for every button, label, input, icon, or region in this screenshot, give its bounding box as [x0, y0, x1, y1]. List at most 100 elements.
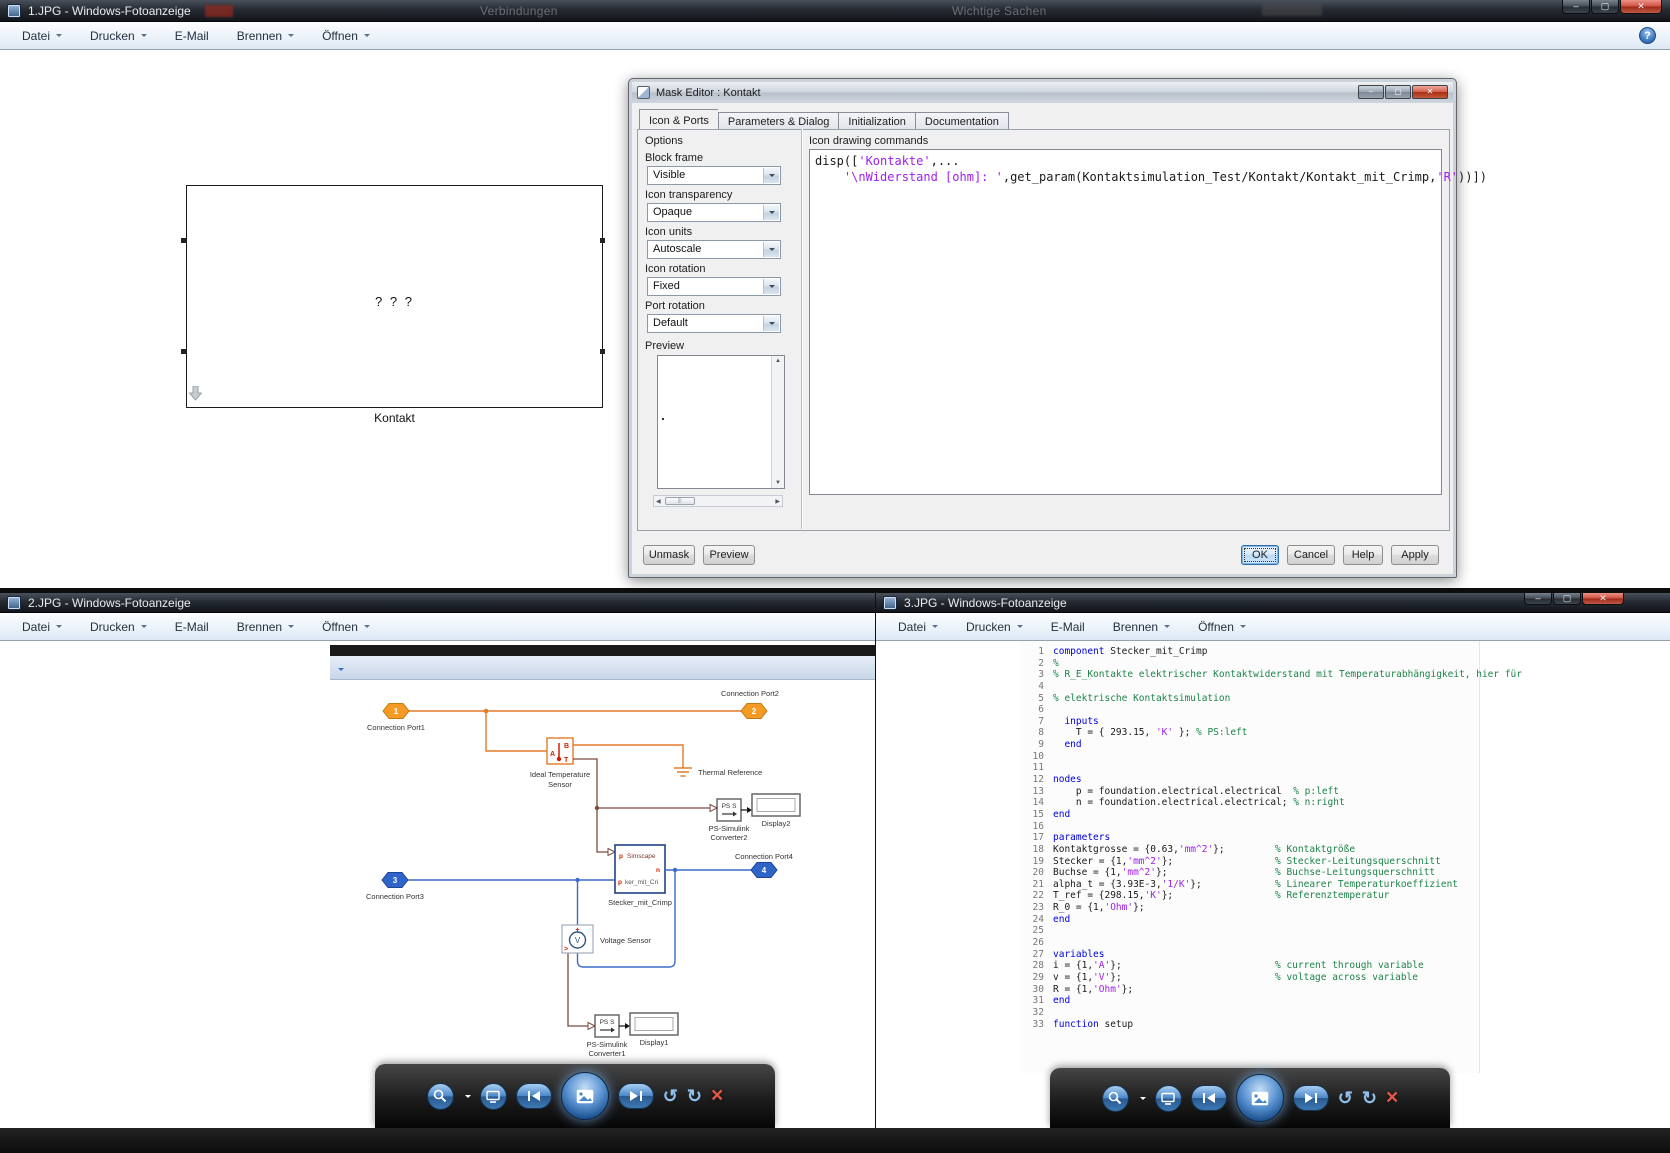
block-frame-select[interactable]: Visible	[647, 166, 781, 185]
unmask-button[interactable]: Unmask	[643, 545, 695, 565]
wire-junction	[575, 878, 579, 882]
port2-label: Connection Port2	[721, 689, 779, 698]
menu-oeffnen[interactable]: Öffnen	[1198, 620, 1246, 634]
line-number: 1	[1020, 646, 1044, 658]
maximize-button[interactable]: ▢	[1591, 0, 1619, 14]
rotate-ccw-button[interactable]: ↺	[1338, 1088, 1353, 1109]
rotate-ccw-button[interactable]: ↺	[663, 1086, 678, 1107]
orange-wires	[409, 711, 741, 776]
menu-drucken[interactable]: Drucken	[90, 620, 147, 634]
connection-port-1: 1	[383, 704, 409, 719]
preview-button[interactable]: Preview	[703, 545, 755, 565]
preview-horizontal-scrollbar[interactable]: ◀ ||| ▶	[653, 495, 783, 507]
icon-drawing-commands-textarea[interactable]: disp(['Kontakte',... '\nWiderstand [ohm]…	[809, 149, 1442, 495]
window-photo-viewer-2: 2.JPG - Windows-Fotoanzeige Datei Drucke…	[0, 593, 875, 1153]
icon-rotation-select[interactable]: Fixed	[647, 277, 781, 296]
close-button[interactable]: ✕	[1412, 85, 1448, 99]
delete-button[interactable]: ×	[1386, 1086, 1398, 1110]
menu-datei[interactable]: Datei	[22, 29, 62, 43]
zoom-button[interactable]	[1102, 1085, 1129, 1112]
line-number: 5	[1020, 693, 1044, 705]
minimize-button[interactable]: –	[1562, 0, 1590, 14]
menu-drucken[interactable]: Drucken	[966, 620, 1023, 634]
menu-brennen[interactable]: Brennen	[1113, 620, 1170, 634]
code-line: 12nodes	[1020, 774, 1490, 786]
next-button[interactable]	[1293, 1085, 1329, 1111]
scroll-left-icon[interactable]: ◀	[654, 498, 663, 505]
actual-size-button[interactable]	[480, 1083, 507, 1110]
menu-email[interactable]: E-Mail	[175, 620, 209, 634]
code-line: 11	[1020, 762, 1490, 774]
window1-title: 1.JPG - Windows-Fotoanzeige	[28, 4, 191, 18]
actual-size-icon	[1161, 1092, 1175, 1105]
zoom-button[interactable]	[427, 1083, 454, 1110]
zoom-caret-icon[interactable]	[465, 1095, 471, 1101]
actual-size-button[interactable]	[1155, 1085, 1182, 1112]
menu-brennen[interactable]: Brennen	[237, 620, 294, 634]
previous-button[interactable]	[516, 1083, 552, 1109]
help-button[interactable]: Help	[1343, 545, 1383, 565]
menu-email[interactable]: E-Mail	[1051, 620, 1085, 634]
close-button[interactable]: ✕	[1582, 593, 1624, 605]
preview-vertical-scrollbar[interactable]: ▲ ▼	[771, 356, 784, 488]
photo-3-content: 1component Stecker_mit_Crimp2%3% R_E_Kon…	[876, 641, 1670, 1128]
simscape-code: 1component Stecker_mit_Crimp2%3% R_E_Kon…	[1020, 646, 1490, 1030]
code-line: 19Stecker = {1,'mm^2'};% Stecker-Leitung…	[1020, 856, 1490, 868]
port-rotation-select[interactable]: Default	[647, 314, 781, 333]
display2-label: Display2	[762, 819, 791, 828]
rotate-cw-button[interactable]: ↻	[1362, 1088, 1377, 1109]
ok-button[interactable]: OK	[1241, 545, 1279, 565]
code-comment: % Referenztemperatur	[1275, 890, 1389, 902]
minimize-button[interactable]: –	[1524, 593, 1552, 605]
slideshow-button[interactable]	[1236, 1074, 1284, 1122]
menu-oeffnen[interactable]: Öffnen	[322, 620, 370, 634]
minimize-button[interactable]: –	[1358, 85, 1384, 99]
window-photo-viewer-3: 3.JPG - Windows-Fotoanzeige – ▢ ✕ Datei …	[876, 593, 1670, 1153]
svg-text:3: 3	[393, 876, 398, 885]
scroll-right-icon[interactable]: ▶	[773, 498, 782, 505]
titlebar-window3[interactable]: 3.JPG - Windows-Fotoanzeige – ▢ ✕	[876, 593, 1670, 613]
icon-transparency-label: Icon transparency	[645, 189, 732, 201]
slideshow-button[interactable]	[561, 1072, 609, 1120]
chevron-down-icon	[763, 279, 779, 294]
menu-email[interactable]: E-Mail	[175, 29, 209, 43]
code-line: 6	[1020, 704, 1490, 716]
cancel-button[interactable]: Cancel	[1287, 545, 1335, 565]
help-icon[interactable]: ?	[1639, 27, 1656, 44]
zoom-caret-icon[interactable]	[1140, 1097, 1146, 1103]
icon-transparency-select[interactable]: Opaque	[647, 203, 781, 222]
maximize-button[interactable]: ▢	[1385, 85, 1411, 99]
titlebar-window1[interactable]: 1.JPG - Windows-Fotoanzeige Verbindungen…	[0, 0, 1670, 22]
menu-brennen[interactable]: Brennen	[237, 29, 294, 43]
menu-datei[interactable]: Datei	[22, 620, 62, 634]
line-number: 12	[1020, 774, 1044, 786]
close-button[interactable]: ✕	[1620, 0, 1662, 14]
previous-button[interactable]	[1191, 1085, 1227, 1111]
scrollbar-thumb[interactable]: |||	[665, 497, 695, 505]
apply-button[interactable]: Apply	[1391, 545, 1439, 565]
scroll-down-icon[interactable]: ▼	[775, 478, 781, 488]
line-number: 9	[1020, 739, 1044, 751]
rotate-cw-button[interactable]: ↻	[687, 1086, 702, 1107]
code-line: 2%	[1020, 658, 1490, 670]
desktop-artifact	[1262, 4, 1322, 16]
maximize-button[interactable]: ▢	[1553, 593, 1581, 605]
menu-oeffnen[interactable]: Öffnen	[322, 29, 370, 43]
code-line: 14 n = foundation.electrical.electrical;…	[1020, 797, 1490, 809]
delete-button[interactable]: ×	[711, 1084, 723, 1108]
block-port-handle	[600, 349, 605, 354]
chevron-down-icon	[56, 34, 62, 40]
menu-datei[interactable]: Datei	[898, 620, 938, 634]
mask-editor-titlebar[interactable]: Mask Editor : Kontakt – ▢ ✕	[632, 82, 1453, 103]
menu-drucken[interactable]: Drucken	[90, 29, 147, 43]
next-button[interactable]	[618, 1083, 654, 1109]
port1-label: Connection Port1	[367, 723, 425, 732]
ps-port-arrow	[588, 1023, 595, 1030]
icon-units-select[interactable]: Autoscale	[647, 240, 781, 259]
block-frame-label: Block frame	[645, 152, 703, 164]
connection-port-4: 4	[751, 863, 777, 878]
resize-arrow-icon	[189, 386, 202, 401]
titlebar-window2[interactable]: 2.JPG - Windows-Fotoanzeige	[0, 593, 875, 613]
scroll-up-icon[interactable]: ▲	[775, 356, 781, 366]
code-line: 31end	[1020, 995, 1490, 1007]
